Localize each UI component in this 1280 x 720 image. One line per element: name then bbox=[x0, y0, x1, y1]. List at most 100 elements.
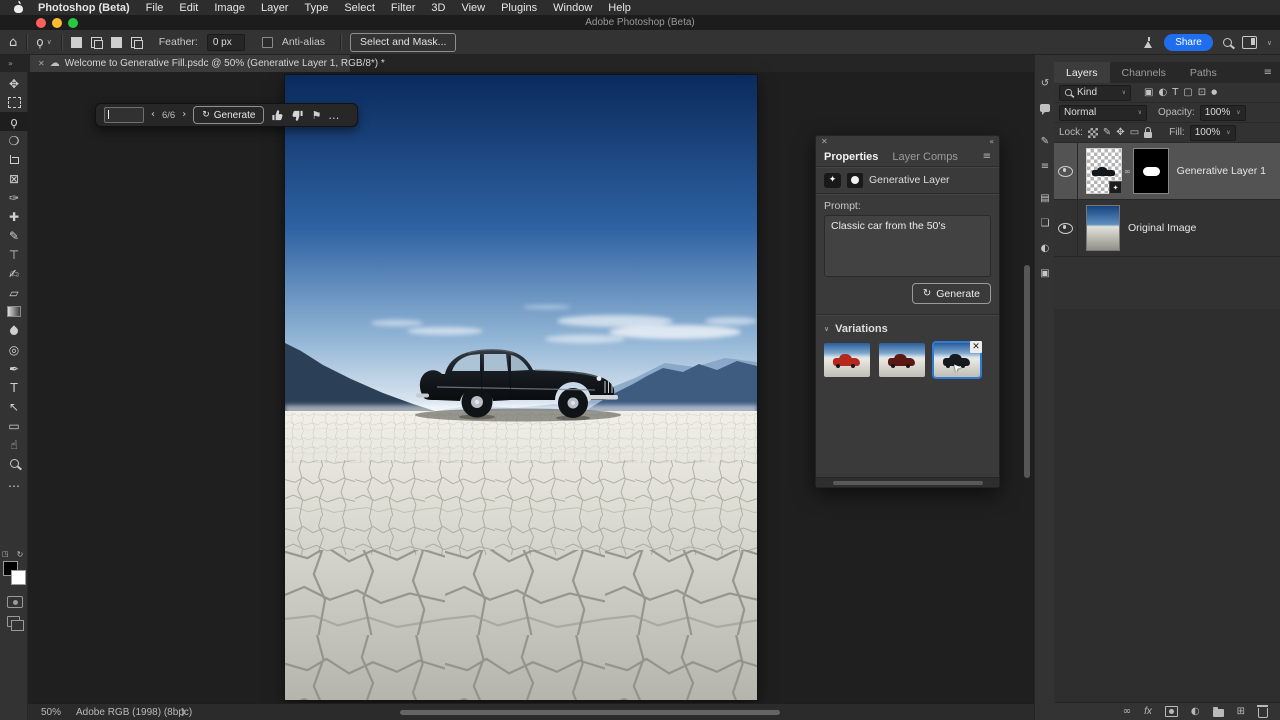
quick-selection-tool[interactable]: ❍ bbox=[0, 131, 28, 150]
home-icon[interactable]: ⌂ bbox=[9, 36, 17, 49]
close-window-button[interactable] bbox=[36, 17, 46, 28]
previous-variation-icon[interactable]: ‹ bbox=[151, 110, 155, 120]
filter-adjustment-layers-icon[interactable]: ◐ bbox=[1158, 87, 1167, 98]
frame-tool[interactable]: ⊠ bbox=[0, 169, 28, 188]
healing-brush-tool[interactable]: ✚ bbox=[0, 207, 28, 226]
tab-layer-comps[interactable]: Layer Comps bbox=[892, 151, 957, 163]
tab-paths[interactable]: Paths bbox=[1178, 62, 1229, 83]
opacity-select[interactable]: 100% ∨ bbox=[1199, 104, 1246, 121]
panel-menu-icon[interactable]: ≡ bbox=[1264, 67, 1272, 78]
delete-layer-icon[interactable] bbox=[1257, 705, 1268, 718]
type-tool[interactable]: T bbox=[0, 378, 28, 397]
collapse-panel-icon[interactable]: « bbox=[989, 138, 994, 146]
libraries-panel-icon[interactable]: ❏ bbox=[1035, 213, 1055, 233]
move-tool[interactable]: ✥ bbox=[0, 74, 28, 93]
menu-select[interactable]: Select bbox=[344, 2, 375, 14]
layer-visibility-cell[interactable] bbox=[1054, 200, 1078, 256]
chevron-down-icon[interactable]: ∨ bbox=[1267, 39, 1272, 47]
menu-window[interactable]: Window bbox=[553, 2, 592, 14]
adjustments-panel-icon[interactable]: ◐ bbox=[1035, 238, 1055, 258]
add-to-selection-mode-button[interactable] bbox=[90, 36, 103, 49]
canvas-vertical-scrollbar[interactable] bbox=[1024, 265, 1030, 478]
variation-thumbnail-red-car[interactable] bbox=[824, 343, 870, 377]
menu-plugins[interactable]: Plugins bbox=[501, 2, 537, 14]
brush-tool[interactable]: ✎ bbox=[0, 226, 28, 245]
layer-mask-thumbnail[interactable] bbox=[1132, 148, 1169, 194]
layer-mask-link-icon[interactable]: ∞ bbox=[1124, 167, 1131, 176]
status-options-chevron-icon[interactable]: ❯ bbox=[180, 707, 187, 716]
lock-position-icon[interactable]: ✥ bbox=[1116, 127, 1124, 138]
hand-tool[interactable]: ☝ bbox=[0, 435, 28, 454]
thumbs-down-icon[interactable] bbox=[291, 109, 304, 122]
eraser-tool[interactable]: ▱ bbox=[0, 283, 28, 302]
menu-type[interactable]: Type bbox=[304, 2, 328, 14]
clone-stamp-tool[interactable]: ⊤ bbox=[0, 245, 28, 264]
notes-panel-icon[interactable]: ▤ bbox=[1035, 188, 1055, 208]
apple-menu-icon[interactable] bbox=[14, 2, 24, 13]
menu-filter[interactable]: Filter bbox=[391, 2, 415, 14]
feather-input[interactable]: 0 px bbox=[206, 33, 245, 51]
filter-shape-layers-icon[interactable]: ▢ bbox=[1183, 87, 1192, 98]
screen-mode-button[interactable] bbox=[7, 616, 24, 631]
search-icon[interactable] bbox=[1222, 38, 1232, 47]
background-color-swatch[interactable] bbox=[11, 570, 26, 585]
layer-name[interactable]: Original Image bbox=[1128, 222, 1196, 234]
generate-button[interactable]: ↻ Generate bbox=[193, 106, 265, 124]
new-layer-icon[interactable]: ⊞ bbox=[1237, 706, 1245, 717]
menu-layer[interactable]: Layer bbox=[261, 2, 289, 14]
close-panel-icon[interactable]: ✕ bbox=[821, 138, 828, 146]
default-swap-colors[interactable]: ◳ ↻ bbox=[2, 550, 26, 559]
layer-name[interactable]: Generative Layer 1 bbox=[1177, 165, 1266, 177]
variation-thumbnail-maroon-car[interactable] bbox=[879, 343, 925, 377]
zoom-window-button[interactable] bbox=[68, 17, 78, 28]
close-tab-icon[interactable]: ✕ bbox=[38, 59, 45, 68]
marquee-tool[interactable] bbox=[0, 93, 28, 112]
variations-header[interactable]: ∨ Variations bbox=[816, 319, 999, 339]
intersect-selection-mode-button[interactable] bbox=[130, 36, 143, 49]
panel-menu-icon[interactable]: ≡ bbox=[983, 151, 991, 162]
adjustment-layer-icon[interactable]: ◐ bbox=[1191, 706, 1200, 717]
crop-tool[interactable] bbox=[0, 150, 28, 169]
new-selection-mode-button[interactable] bbox=[70, 36, 82, 48]
next-variation-icon[interactable]: › bbox=[182, 110, 186, 120]
share-button[interactable]: Share bbox=[1164, 34, 1213, 51]
tab-layers[interactable]: Layers bbox=[1054, 62, 1110, 83]
layer-row-generative-layer-1[interactable]: ✦ ∞ Generative Layer 1 bbox=[1054, 143, 1280, 200]
eyedropper-tool[interactable]: ✑ bbox=[0, 188, 28, 207]
filter-toggle-icon[interactable]: ● bbox=[1211, 89, 1217, 96]
minimize-window-button[interactable] bbox=[52, 17, 62, 28]
menu-file[interactable]: File bbox=[146, 2, 164, 14]
zoom-level-field[interactable]: 50% bbox=[41, 707, 61, 718]
thumbs-up-icon[interactable] bbox=[271, 109, 284, 122]
history-panel-icon[interactable]: ↺ bbox=[1035, 73, 1055, 93]
export-panel-icon[interactable]: ▣ bbox=[1035, 263, 1055, 283]
menu-help[interactable]: Help bbox=[608, 2, 631, 14]
layer-thumbnail[interactable]: ✦ bbox=[1086, 148, 1122, 194]
lock-transparency-icon[interactable] bbox=[1087, 127, 1098, 138]
lasso-tool[interactable]: ϙ bbox=[0, 112, 28, 131]
blend-mode-select[interactable]: Normal ∨ bbox=[1059, 104, 1147, 121]
more-tools-button[interactable]: … bbox=[0, 473, 28, 492]
tool-presets-panel-icon[interactable]: ≡ bbox=[1035, 156, 1055, 176]
layer-visibility-cell[interactable] bbox=[1054, 143, 1078, 199]
prompt-textarea[interactable]: Classic car from the 50's bbox=[824, 215, 991, 277]
filter-smart-objects-icon[interactable]: ⊡ bbox=[1198, 87, 1206, 98]
tab-properties[interactable]: Properties bbox=[824, 151, 878, 163]
document-tab[interactable]: ✕ ☁ Welcome to Generative Fill.psdc @ 50… bbox=[30, 55, 385, 72]
comments-panel-icon[interactable] bbox=[1035, 98, 1055, 118]
toolbar-collapse-icon[interactable]: » bbox=[8, 59, 13, 68]
lock-pixels-icon[interactable]: ✎ bbox=[1103, 127, 1111, 138]
beta-flask-icon[interactable] bbox=[1143, 37, 1154, 48]
prompt-input[interactable] bbox=[104, 107, 144, 123]
add-mask-icon[interactable] bbox=[1164, 706, 1178, 717]
gradient-tool[interactable] bbox=[0, 302, 28, 321]
layer-effects-icon[interactable]: fx bbox=[1144, 706, 1152, 717]
lock-all-icon[interactable] bbox=[1144, 127, 1153, 138]
menu-3d[interactable]: 3D bbox=[431, 2, 445, 14]
canvas-horizontal-scrollbar[interactable] bbox=[400, 710, 780, 715]
menu-edit[interactable]: Edit bbox=[179, 2, 198, 14]
zoom-tool[interactable] bbox=[0, 454, 28, 473]
tab-channels[interactable]: Channels bbox=[1110, 62, 1178, 83]
generate-button[interactable]: ↻ Generate bbox=[911, 283, 991, 304]
quick-mask-button[interactable] bbox=[7, 596, 23, 608]
